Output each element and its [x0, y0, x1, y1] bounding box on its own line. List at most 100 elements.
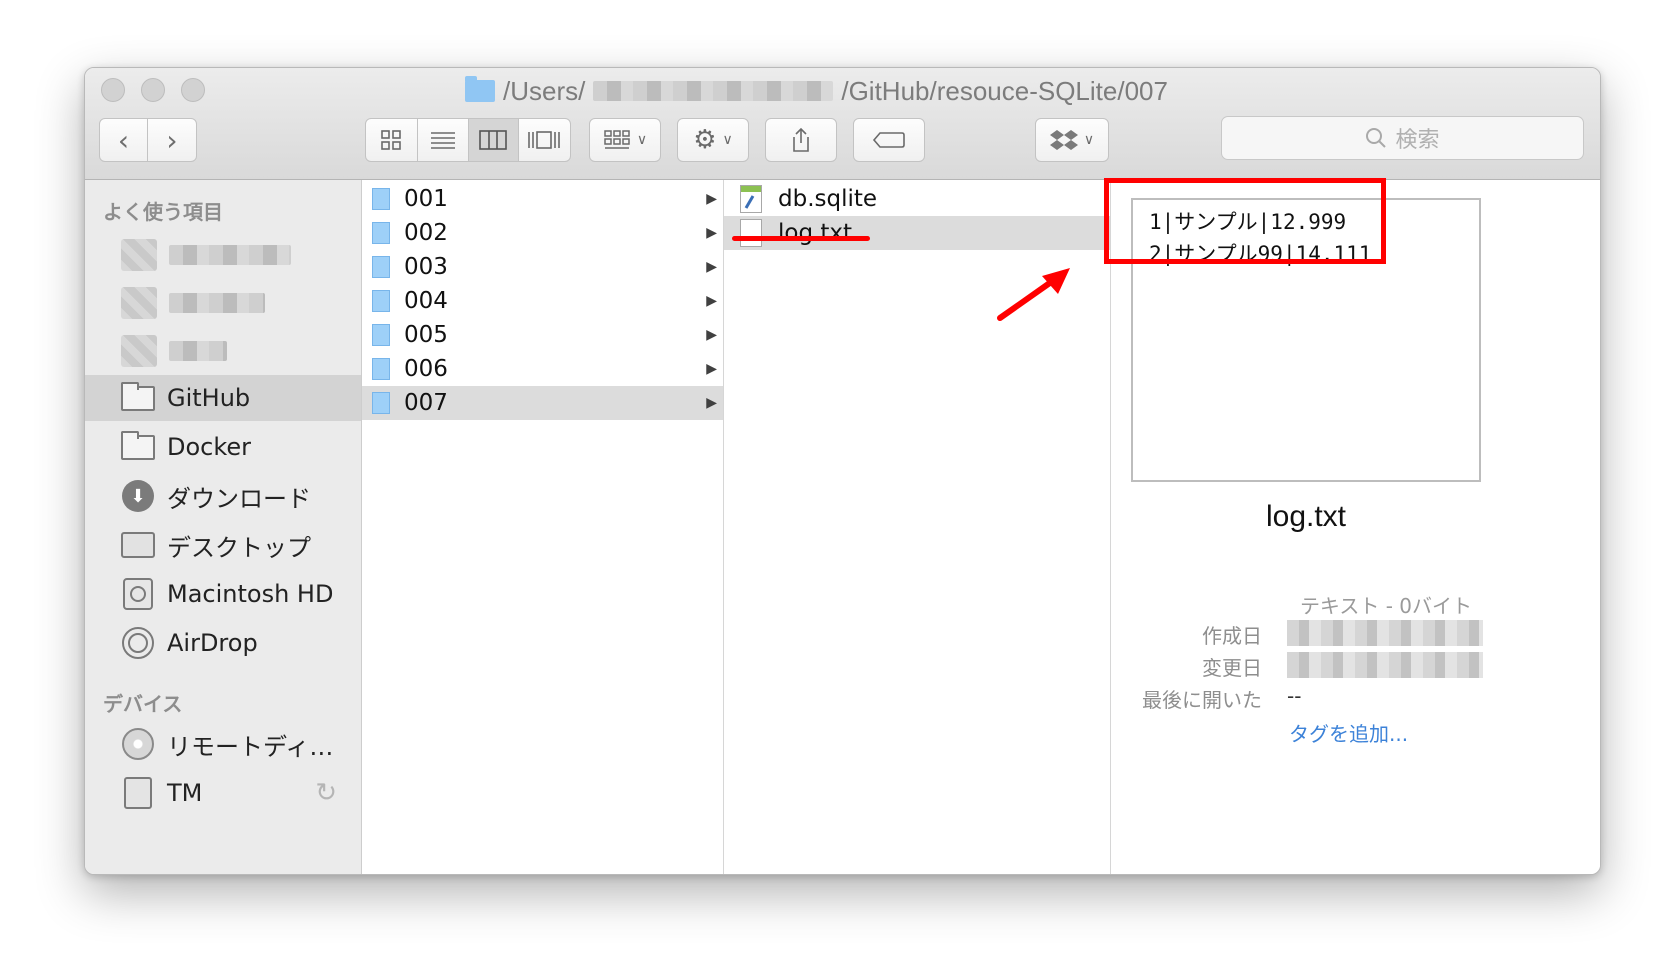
- annotation-arrow-icon: [997, 268, 1070, 321]
- list-view-button[interactable]: [418, 119, 469, 161]
- sidebar-item-macintosh-hd[interactable]: Macintosh HD: [85, 571, 361, 617]
- icon-view-button[interactable]: [366, 119, 418, 161]
- folder-label: 002: [404, 220, 448, 246]
- redacted-created-date: [1287, 620, 1483, 646]
- folder-label: 007: [404, 390, 448, 416]
- last-opened-value: --: [1287, 684, 1302, 708]
- share-button[interactable]: [765, 118, 837, 162]
- chevron-down-icon: ∨: [722, 132, 733, 148]
- window-controls: [101, 78, 205, 102]
- redacted-username: [593, 81, 834, 101]
- folder-row-002[interactable]: 002 ▶: [362, 216, 723, 250]
- sidebar-item-redacted-1[interactable]: [85, 232, 361, 278]
- file-row-log-txt[interactable]: log.txt: [724, 216, 1110, 250]
- highlight-underline: [732, 236, 870, 241]
- sidebar-item-label: GitHub: [167, 384, 251, 412]
- dropbox-button[interactable]: ∨: [1035, 118, 1109, 162]
- path-prefix: /Users/: [503, 75, 586, 106]
- sidebar-item-label: Macintosh HD: [167, 580, 334, 608]
- folder-icon: [372, 222, 390, 244]
- search-icon: [1366, 128, 1387, 148]
- sync-icon[interactable]: ↻: [315, 778, 337, 808]
- sidebar-item-airdrop[interactable]: AirDrop: [85, 620, 361, 666]
- sidebar: よく使う項目 GitHub Docker ⬇ ダウンロード デスクトップ Mac…: [85, 180, 362, 874]
- folder-row-004[interactable]: 004 ▶: [362, 284, 723, 318]
- folder-label: 005: [404, 322, 448, 348]
- file-label: db.sqlite: [778, 186, 878, 212]
- arrange-icon: [604, 130, 630, 149]
- hard-drive-icon: [123, 578, 153, 610]
- columns-icon: [479, 130, 508, 150]
- folder-icon: [121, 381, 155, 411]
- chevron-down-icon: ∨: [636, 132, 648, 148]
- modified-label: 変更日: [1202, 656, 1262, 680]
- tags-button[interactable]: [853, 118, 925, 162]
- folder-row-001[interactable]: 001 ▶: [362, 182, 723, 216]
- airdrop-icon: [122, 627, 154, 659]
- cover-flow-icon: [528, 131, 561, 149]
- minimize-window-button[interactable]: [141, 78, 165, 102]
- window-title: /Users/ /GitHub/resouce-SQLite/007: [465, 74, 1365, 108]
- folder-row-006[interactable]: 006 ▶: [362, 352, 723, 386]
- redacted-label: [169, 245, 291, 265]
- grid-icon: [381, 130, 402, 150]
- folder-icon: [372, 290, 390, 312]
- view-mode-control: [365, 118, 571, 162]
- disclosure-arrow-icon: ▶: [706, 395, 717, 411]
- sidebar-item-tm[interactable]: TM ↻: [85, 770, 361, 816]
- sidebar-item-redacted-2[interactable]: [85, 280, 361, 326]
- dropbox-icon: [1049, 130, 1078, 150]
- column-view-button[interactable]: [469, 119, 519, 161]
- folder-row-005[interactable]: 005 ▶: [362, 318, 723, 352]
- preview-pane: 1|サンプル|12.999 2|サンプル99|14.111 log.txt テキ…: [1111, 180, 1600, 874]
- arrange-button[interactable]: ∨: [589, 118, 661, 162]
- sqlite-file-icon: [740, 185, 762, 213]
- file-kind: テキスト - 0バイト: [1299, 594, 1472, 618]
- folder-icon: [372, 392, 390, 414]
- disclosure-arrow-icon: ▶: [706, 259, 717, 275]
- sidebar-item-remote-disc[interactable]: リモートディ…: [85, 721, 361, 767]
- last-opened-label: 最後に開いた: [1142, 688, 1262, 712]
- folder-label: 006: [404, 356, 448, 382]
- redacted-icon: [121, 239, 157, 271]
- chevron-right-icon: ›: [166, 123, 178, 157]
- folder-label: 001: [404, 186, 448, 212]
- sidebar-item-redacted-3[interactable]: [85, 328, 361, 374]
- sidebar-item-label: TM: [167, 779, 203, 807]
- tag-icon: [872, 132, 905, 148]
- folder-row-003[interactable]: 003 ▶: [362, 250, 723, 284]
- folder-column: 001 ▶ 002 ▶ 003 ▶ 004 ▶ 005 ▶ 006 ▶ 007 …: [362, 180, 724, 874]
- favorites-header: よく使う項目: [103, 200, 223, 224]
- disclosure-arrow-icon: ▶: [706, 225, 717, 241]
- folder-row-007[interactable]: 007 ▶: [362, 386, 723, 420]
- highlight-box: [1104, 178, 1386, 264]
- redacted-modified-date: [1287, 652, 1483, 678]
- sidebar-item-github[interactable]: GitHub: [85, 375, 361, 421]
- path-suffix: /GitHub/resouce-SQLite/007: [841, 75, 1168, 106]
- disclosure-arrow-icon: ▶: [706, 191, 717, 207]
- disclosure-arrow-icon: ▶: [706, 361, 717, 377]
- search-input[interactable]: 検索: [1221, 116, 1584, 160]
- chevron-down-icon: ∨: [1083, 132, 1095, 148]
- cover-flow-button[interactable]: [519, 119, 570, 161]
- download-icon: ⬇: [122, 480, 154, 512]
- folder-icon: [465, 76, 495, 102]
- disclosure-arrow-icon: ▶: [706, 293, 717, 309]
- chevron-left-icon: ‹: [117, 123, 130, 157]
- action-button[interactable]: ⚙ ∨: [677, 118, 749, 162]
- add-tag-link[interactable]: タグを追加...: [1289, 718, 1408, 747]
- sidebar-item-docker[interactable]: Docker: [85, 424, 361, 470]
- toolbar: /Users/ /GitHub/resouce-SQLite/007 ‹ › ∨…: [85, 68, 1600, 180]
- folder-icon: [372, 358, 390, 380]
- redacted-label: [169, 341, 227, 361]
- close-window-button[interactable]: [101, 78, 125, 102]
- sidebar-item-downloads[interactable]: ⬇ ダウンロード: [85, 473, 361, 519]
- back-button[interactable]: ‹: [100, 119, 149, 161]
- sidebar-item-label: AirDrop: [167, 629, 258, 657]
- file-row-db-sqlite[interactable]: db.sqlite: [724, 182, 1110, 216]
- zoom-window-button[interactable]: [181, 78, 205, 102]
- folder-icon: [372, 256, 390, 278]
- forward-button[interactable]: ›: [148, 119, 196, 161]
- back-forward-control: ‹ ›: [99, 118, 197, 162]
- sidebar-item-desktop[interactable]: デスクトップ: [85, 522, 361, 568]
